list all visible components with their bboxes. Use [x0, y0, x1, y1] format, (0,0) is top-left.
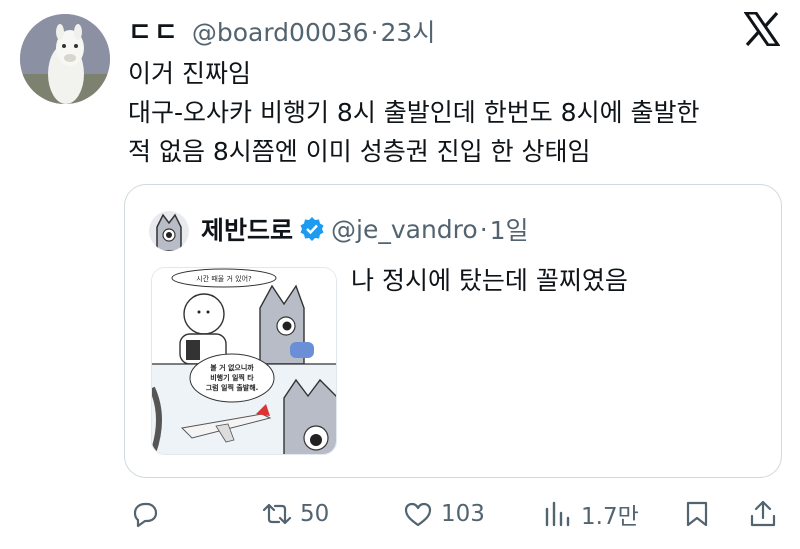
like-button[interactable]: 103 — [403, 494, 485, 534]
x-logo-icon[interactable] — [743, 11, 781, 47]
quote-comic-image[interactable]: 시간 때울 거 있어? 볼 거 없으니까 비행기 일찍 타 그럼 일찍 출발해. — [151, 267, 337, 455]
quote-author-avatar[interactable] — [149, 211, 189, 251]
tweet-body: 이거 진짜임 대구-오사카 비행기 8시 출발인데 한번도 8시에 출발한 적 … — [128, 54, 788, 171]
views-icon — [545, 501, 570, 527]
comic-bubble-line: 그럼 일찍 출발해. — [206, 383, 259, 392]
quoted-tweet-card[interactable]: 제반드로 @je_vandro · 1일 시간 때울 거 있어? 볼 거 없으니… — [124, 184, 782, 478]
quote-body: 나 정시에 탔는데 꼴찌였음 — [351, 266, 628, 295]
quote-handle[interactable]: @je_vandro — [331, 215, 478, 244]
tweet-timestamp[interactable]: 23시 — [381, 13, 436, 49]
tweet-line: 대구-오사카 비행기 8시 출발인데 한번도 8시에 출발한 — [128, 98, 700, 127]
tweet-line: 적 없음 8시쯤엔 이미 성층권 진입 한 상태임 — [128, 137, 591, 166]
verified-badge-icon — [300, 217, 324, 241]
retweet-icon — [262, 503, 292, 525]
bookmark-button[interactable] — [682, 494, 712, 534]
comic-bubble-line: 볼 거 없으니까 — [210, 363, 254, 372]
separator-dot: · — [479, 214, 488, 244]
share-icon — [750, 500, 776, 527]
quote-timestamp[interactable]: 1일 — [490, 211, 529, 247]
views-button[interactable]: 1.7만 — [543, 494, 639, 534]
separator-dot: · — [370, 18, 379, 47]
character-avatar-icon — [149, 211, 189, 251]
author-avatar[interactable] — [20, 14, 110, 104]
like-count: 103 — [441, 501, 485, 527]
retweet-count: 50 — [300, 501, 330, 527]
views-count: 1.7만 — [581, 504, 639, 530]
bookmark-icon — [686, 501, 708, 527]
author-display-name[interactable]: ㄷㄷ — [128, 12, 180, 49]
tweet-action-bar: 50 103 1.7만 — [0, 494, 800, 534]
reply-button[interactable] — [130, 494, 160, 534]
retweet-button[interactable]: 50 — [262, 494, 329, 534]
comic-bubble-line: 비행기 일찍 타 — [210, 373, 254, 382]
alpaca-avatar-icon — [20, 14, 110, 104]
heart-icon — [404, 502, 432, 527]
author-handle[interactable]: @board00036 — [192, 18, 369, 47]
tweet-header: ㄷㄷ @board00036 · 23시 — [128, 12, 435, 49]
tweet-line: 이거 진짜임 — [128, 59, 251, 88]
quote-header: 제반드로 @je_vandro · 1일 — [201, 211, 529, 247]
comic-bubble-top: 시간 때울 거 있어? — [196, 274, 252, 283]
share-button[interactable] — [748, 494, 778, 534]
quote-display-name[interactable]: 제반드로 — [201, 211, 293, 247]
reply-icon — [133, 502, 158, 528]
